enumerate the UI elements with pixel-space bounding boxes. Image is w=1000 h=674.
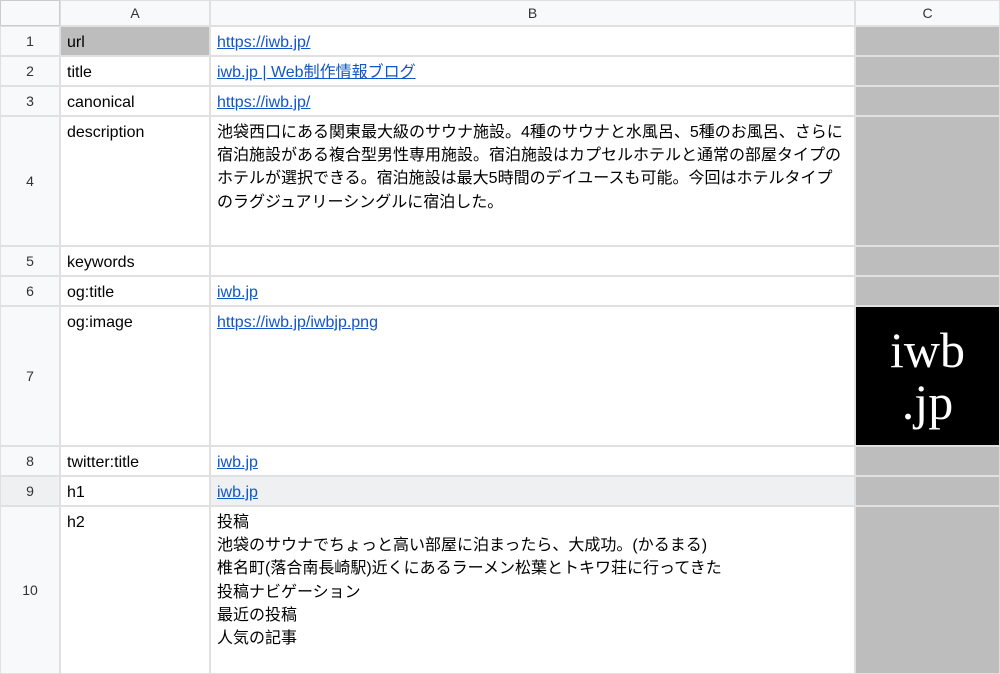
- row-header-4[interactable]: 4: [0, 116, 60, 246]
- row-header-7[interactable]: 7: [0, 306, 60, 446]
- spreadsheet-grid[interactable]: ABC 1url https://iwb.jp/2title iwb.jp | Web…: [0, 0, 1000, 674]
- cell-b1[interactable]: https://iwb.jp/: [210, 26, 855, 56]
- cell-a8[interactable]: twitter:title: [60, 446, 210, 476]
- link[interactable]: iwb.jp: [217, 281, 258, 304]
- cell-a6[interactable]: og:title: [60, 276, 210, 306]
- cell-b10[interactable]: 投稿 池袋のサウナでちょっと高い部屋に泊まったら、大成功。(かるまる) 椎名町(…: [210, 506, 855, 674]
- cell-b2[interactable]: iwb.jp | Web制作情報ブログ: [210, 56, 855, 86]
- cell-b9[interactable]: iwb.jp: [210, 476, 855, 506]
- cell-a9[interactable]: h1: [60, 476, 210, 506]
- row-header-8[interactable]: 8: [0, 446, 60, 476]
- cell-c3[interactable]: [855, 86, 1000, 116]
- cell-c2[interactable]: [855, 56, 1000, 86]
- cell-a5[interactable]: keywords: [60, 246, 210, 276]
- cell-c10[interactable]: [855, 506, 1000, 674]
- corner-cell[interactable]: [0, 0, 60, 26]
- cell-a3[interactable]: canonical: [60, 86, 210, 116]
- row-header-10[interactable]: 10: [0, 506, 60, 674]
- column-header-b[interactable]: B: [210, 0, 855, 26]
- row-header-2[interactable]: 2: [0, 56, 60, 86]
- link[interactable]: iwb.jp | Web制作情報ブログ: [217, 61, 416, 84]
- row-header-9[interactable]: 9: [0, 476, 60, 506]
- column-header-a[interactable]: A: [60, 0, 210, 26]
- cell-b6[interactable]: iwb.jp: [210, 276, 855, 306]
- row-header-5[interactable]: 5: [0, 246, 60, 276]
- cell-a1[interactable]: url: [60, 26, 210, 56]
- cell-a7[interactable]: og:image: [60, 306, 210, 446]
- row-header-6[interactable]: 6: [0, 276, 60, 306]
- row-header-1[interactable]: 1: [0, 26, 60, 56]
- cell-c7[interactable]: iwb .jp: [855, 306, 1000, 446]
- link[interactable]: https://iwb.jp/: [217, 91, 310, 114]
- cell-a10[interactable]: h2: [60, 506, 210, 674]
- cell-a4[interactable]: description: [60, 116, 210, 246]
- column-header-c[interactable]: C: [855, 0, 1000, 26]
- cell-c4[interactable]: [855, 116, 1000, 246]
- cell-b8[interactable]: iwb.jp: [210, 446, 855, 476]
- link[interactable]: https://iwb.jp/iwbjp.png: [217, 311, 378, 334]
- cell-b7[interactable]: https://iwb.jp/iwbjp.png: [210, 306, 855, 446]
- cell-b4[interactable]: 池袋西口にある関東最大級のサウナ施設。4種のサウナと水風呂、5種のお風呂、さらに…: [210, 116, 855, 246]
- cell-c1[interactable]: [855, 26, 1000, 56]
- cell-c6[interactable]: [855, 276, 1000, 306]
- og-image-preview: iwb .jp: [890, 324, 965, 429]
- cell-c5[interactable]: [855, 246, 1000, 276]
- link[interactable]: https://iwb.jp/: [217, 31, 310, 54]
- link[interactable]: iwb.jp: [217, 451, 258, 474]
- cell-b3[interactable]: https://iwb.jp/: [210, 86, 855, 116]
- cell-c8[interactable]: [855, 446, 1000, 476]
- cell-b5[interactable]: [210, 246, 855, 276]
- cell-c9[interactable]: [855, 476, 1000, 506]
- row-header-3[interactable]: 3: [0, 86, 60, 116]
- link[interactable]: iwb.jp: [217, 481, 258, 504]
- cell-a2[interactable]: title: [60, 56, 210, 86]
